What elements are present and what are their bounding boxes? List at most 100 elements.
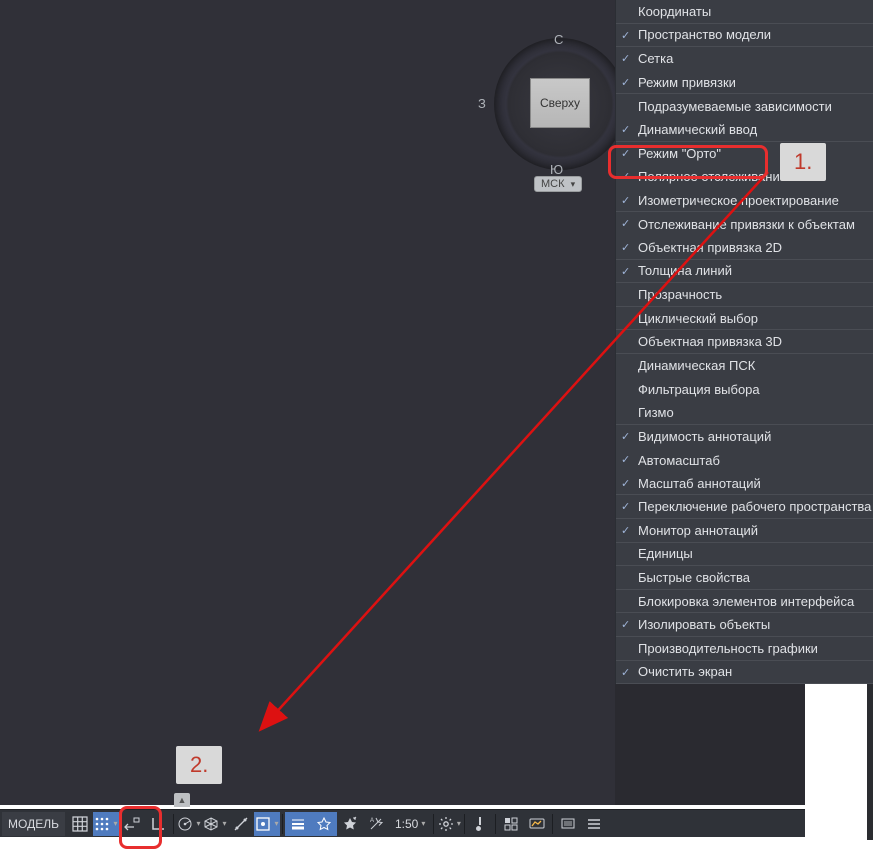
annotation-scale-value: 1:50 <box>395 817 418 831</box>
menu-item-толщина-линий[interactable]: ✓Толщина линий <box>616 260 873 284</box>
menu-item-label: Фильтрация выбора <box>638 382 760 397</box>
ucs-badge-label: МСК <box>541 178 565 190</box>
clean-screen-button[interactable] <box>555 812 581 836</box>
menu-item-label: Объектная привязка 3D <box>638 334 782 349</box>
menu-item-блокировка-элементов-интерфейса[interactable]: Блокировка элементов интерфейса <box>616 590 873 614</box>
check-icon: ✓ <box>621 170 633 182</box>
grid-display-button[interactable] <box>67 812 93 836</box>
menu-item-фильтрация-выбора[interactable]: Фильтрация выбора <box>616 378 873 402</box>
grid-icon <box>72 816 88 832</box>
dynamic-input-icon <box>124 816 140 832</box>
menu-item-изометрическое-проектирование[interactable]: ✓Изометрическое проектирование <box>616 189 873 213</box>
isolate-icon <box>503 816 519 832</box>
menu-item-полярное-отслеживание[interactable]: ✓ Полярное отслеживание <box>616 165 873 189</box>
annotation-scale-text[interactable]: 1:50 <box>389 812 431 836</box>
menu-item-динамическая-пск[interactable]: Динамическая ПСК <box>616 354 873 378</box>
menu-item-подразумеваемые-зависимости[interactable]: Подразумеваемые зависимости <box>616 94 873 118</box>
menu-item-label: Блокировка элементов интерфейса <box>638 594 854 609</box>
model-space-button[interactable]: МОДЕЛЬ <box>2 812 65 836</box>
graphics-performance-button[interactable] <box>524 812 550 836</box>
menu-item-масштаб-аннотаций[interactable]: ✓ Масштаб аннотаций <box>616 472 873 496</box>
compass-north: С <box>554 32 563 47</box>
menu-item-очистить-экран[interactable]: ✓Очистить экран <box>616 661 873 685</box>
monitor-icon <box>472 816 488 832</box>
dynamic-input-button[interactable] <box>119 812 145 836</box>
menu-item-label: Сетка <box>638 51 673 66</box>
ortho-icon <box>150 816 166 832</box>
menu-item-производительность-графики[interactable]: Производительность графики <box>616 637 873 661</box>
menu-item-единицы[interactable]: Единицы <box>616 543 873 567</box>
statusbar-separator <box>433 814 434 834</box>
viewcube-top-face[interactable]: Сверху <box>530 78 590 128</box>
annotation-monitor-button[interactable] <box>467 812 493 836</box>
menu-item-label: Быстрые свойства <box>638 570 750 585</box>
menu-item-объектная-привязка-3d[interactable]: Объектная привязка 3D <box>616 330 873 354</box>
menu-item-label: Толщина линий <box>638 263 732 278</box>
check-icon: ✓ <box>621 123 633 135</box>
auto-scale-button[interactable] <box>337 812 363 836</box>
menu-item-циклический-выбор[interactable]: Циклический выбор <box>616 307 873 331</box>
annotation-visibility-button[interactable] <box>311 812 337 836</box>
menu-item-label: Подразумеваемые зависимости <box>638 99 832 114</box>
osnap-icon <box>255 816 271 832</box>
check-icon: ✓ <box>621 453 633 465</box>
gear-icon <box>438 816 454 832</box>
compass-west: З <box>478 96 486 111</box>
object-snap-tracking-button[interactable] <box>228 812 254 836</box>
check-icon: ✓ <box>621 666 633 678</box>
isometric-drafting-button[interactable] <box>202 812 228 836</box>
menu-item-сетка[interactable]: ✓Сетка <box>616 47 873 71</box>
menu-item-label: Единицы <box>638 546 693 561</box>
menu-item-координаты[interactable]: Координаты <box>616 0 873 24</box>
menu-item-label: Производительность графики <box>638 641 818 656</box>
menu-item-label: Переключение рабочего пространства <box>638 499 871 514</box>
menu-item-видимость-аннотаций[interactable]: ✓Видимость аннотаций <box>616 425 873 449</box>
menu-item-динамический-ввод[interactable]: ✓Динамический ввод <box>616 118 873 142</box>
check-icon: ✓ <box>621 217 633 229</box>
anno-scale-icon <box>368 816 384 832</box>
iso-icon <box>203 816 219 832</box>
snap-mode-button[interactable] <box>93 812 119 836</box>
menu-item-автомасштаб[interactable]: ✓Автомасштаб <box>616 448 873 472</box>
statusbar-separator <box>173 814 174 834</box>
menu-item-label: Масштаб аннотаций <box>638 476 761 491</box>
object-snap-button[interactable] <box>254 812 280 836</box>
workspace-switch-button[interactable] <box>436 812 462 836</box>
status-bar: МОДЕЛЬ 1:50 <box>0 809 805 837</box>
ucs-badge[interactable]: МСК <box>534 176 582 192</box>
menu-item-label: Режим привязки <box>638 75 736 90</box>
menu-item-быстрые-свойства[interactable]: Быстрые свойства <box>616 566 873 590</box>
menu-item-label: Прозрачность <box>638 287 722 302</box>
statusbar-separator <box>495 814 496 834</box>
annotation-scale-button[interactable] <box>363 812 389 836</box>
check-icon: ✓ <box>621 147 633 159</box>
menu-item-объектная-привязка-2d[interactable]: ✓Объектная привязка 2D <box>616 236 873 260</box>
statusbar-expand-toggle[interactable]: ▲ <box>174 793 190 807</box>
ortho-mode-button[interactable] <box>145 812 171 836</box>
check-icon: ✓ <box>621 618 633 630</box>
customization-button[interactable] <box>581 812 607 836</box>
menu-item-режим-привязки[interactable]: ✓Режим привязки <box>616 71 873 95</box>
callout-one: 1. <box>780 143 826 181</box>
lineweight-button[interactable] <box>285 812 311 836</box>
isolate-objects-button[interactable] <box>498 812 524 836</box>
menu-item-label: Циклический выбор <box>638 311 758 326</box>
model-space-label: МОДЕЛЬ <box>8 817 59 831</box>
menu-item-label: Отслеживание привязки к объектам <box>638 217 855 232</box>
compass-south: Ю <box>550 162 563 177</box>
menu-item-монитор-аннотаций[interactable]: ✓Монитор аннотаций <box>616 519 873 543</box>
menu-item-отслеживание-привязки-к-объектам[interactable]: ✓ Отслеживание привязки к объектам <box>616 212 873 236</box>
polar-tracking-button[interactable] <box>176 812 202 836</box>
statusbar-customization-menu[interactable]: Координаты✓Пространство модели✓Сетка✓Реж… <box>615 0 873 684</box>
menu-item-label: Изолировать объекты <box>638 617 770 632</box>
menu-item-label: Полярное отслеживание <box>638 169 787 184</box>
menu-item-прозрачность[interactable]: Прозрачность <box>616 283 873 307</box>
menu-item-режим-орто-[interactable]: ✓Режим "Орто" <box>616 142 873 166</box>
menu-item-переключение-рабочего-пространства[interactable]: ✓ Переключение рабочего пространства <box>616 495 873 519</box>
menu-item-пространство-модели[interactable]: ✓Пространство модели <box>616 24 873 48</box>
menu-item-гизмо[interactable]: Гизмо <box>616 401 873 425</box>
menu-item-изолировать-объекты[interactable]: ✓ Изолировать объекты <box>616 613 873 637</box>
check-icon: ✓ <box>621 477 633 489</box>
menu-icon <box>586 816 602 832</box>
check-icon: ✓ <box>621 500 633 512</box>
